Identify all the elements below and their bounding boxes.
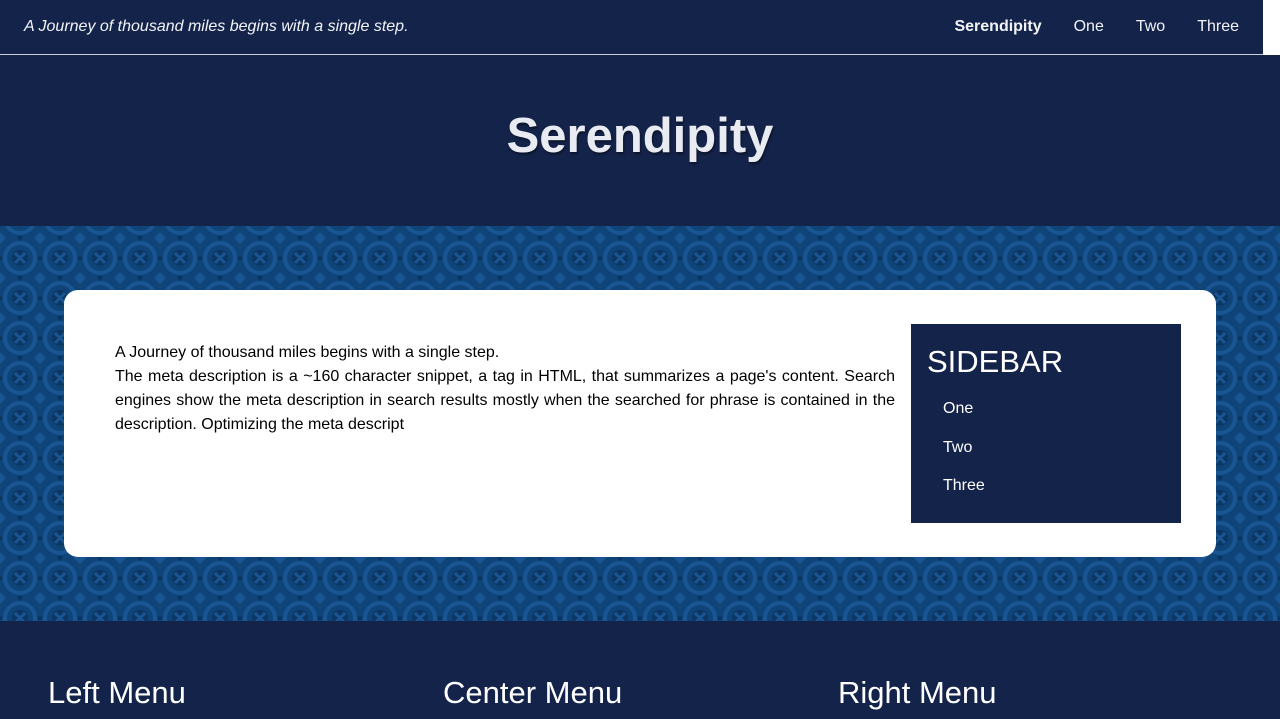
hero-title: Serendipity <box>506 109 774 163</box>
article-text: The meta description is a ~160 character… <box>115 368 895 433</box>
nav-link-two[interactable]: Two <box>1136 18 1165 36</box>
sidebar-item-two[interactable]: Two <box>943 439 985 478</box>
site-tagline: A Journey of thousand miles begins with … <box>24 18 409 35</box>
hero-banner: Serendipity <box>0 56 1280 226</box>
nav-link-three[interactable]: Three <box>1197 18 1239 36</box>
nav-link-one[interactable]: One <box>1074 18 1104 36</box>
sidebar-item-three[interactable]: Three <box>943 477 985 516</box>
nav-brand-link[interactable]: Serendipity <box>954 18 1041 36</box>
footer: Left Menu Center Menu Right Menu <box>0 621 1280 719</box>
scrollbar-gutter <box>1263 0 1280 55</box>
footer-center-menu-heading: Center Menu <box>443 675 623 710</box>
article-lead: A Journey of thousand miles begins with … <box>115 344 500 361</box>
article-body: A Journey of thousand miles begins with … <box>115 341 895 437</box>
footer-left-menu-heading: Left Menu <box>48 675 186 710</box>
main-nav: Serendipity One Two Three <box>954 18 1239 36</box>
content-card: A Journey of thousand miles begins with … <box>64 290 1216 557</box>
sidebar-title: SIDEBAR <box>927 344 1064 379</box>
sidebar-list: One Two Three <box>943 400 985 516</box>
footer-right-menu-heading: Right Menu <box>838 675 997 710</box>
sidebar-item-one[interactable]: One <box>943 400 985 439</box>
top-nav-bar: A Journey of thousand miles begins with … <box>0 0 1263 55</box>
sidebar: SIDEBAR One Two Three <box>911 324 1181 523</box>
